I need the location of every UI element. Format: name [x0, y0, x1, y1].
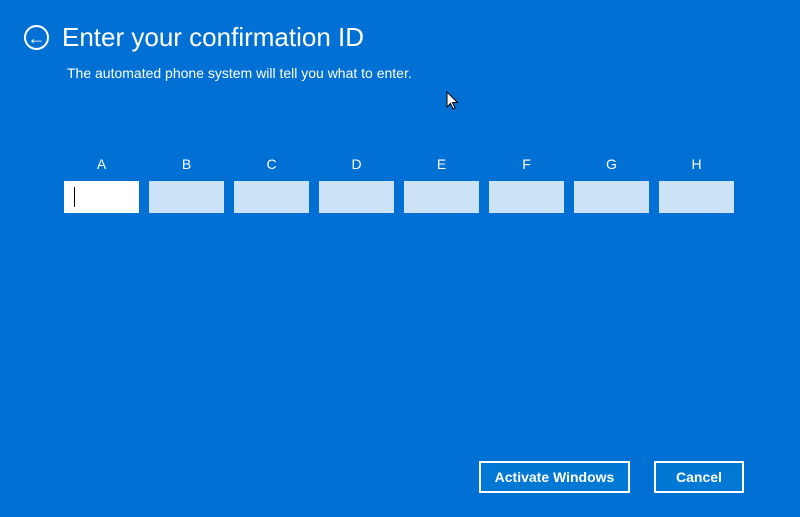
field-label-a: A [96, 156, 107, 172]
field-label-b: B [181, 156, 192, 172]
field-label-g: G [606, 156, 617, 172]
cancel-button[interactable]: Cancel [654, 461, 744, 493]
field-label-c: C [266, 156, 277, 172]
page-title: Enter your confirmation ID [62, 22, 365, 52]
confirmation-field-e[interactable] [404, 181, 479, 213]
back-arrow-icon[interactable]: ← [24, 25, 49, 50]
field-label-e: E [436, 156, 447, 172]
instructions: The automated phone system will tell you… [67, 65, 412, 81]
field-label-h: H [691, 156, 702, 172]
field-label-f: F [522, 156, 531, 172]
confirmation-field-c[interactable] [234, 181, 309, 213]
mouse-pointer-icon [446, 91, 459, 110]
confirmation-field-a[interactable] [64, 181, 139, 213]
confirmation-field-g[interactable] [574, 181, 649, 213]
confirmation-field-h[interactable] [659, 181, 734, 213]
confirmation-field-d[interactable] [319, 181, 394, 213]
text-caret [74, 187, 75, 207]
confirmation-field-b[interactable] [149, 181, 224, 213]
field-label-d: D [351, 156, 362, 172]
confirmation-field-f[interactable] [489, 181, 564, 213]
activate-windows-button[interactable]: Activate Windows [479, 461, 630, 493]
